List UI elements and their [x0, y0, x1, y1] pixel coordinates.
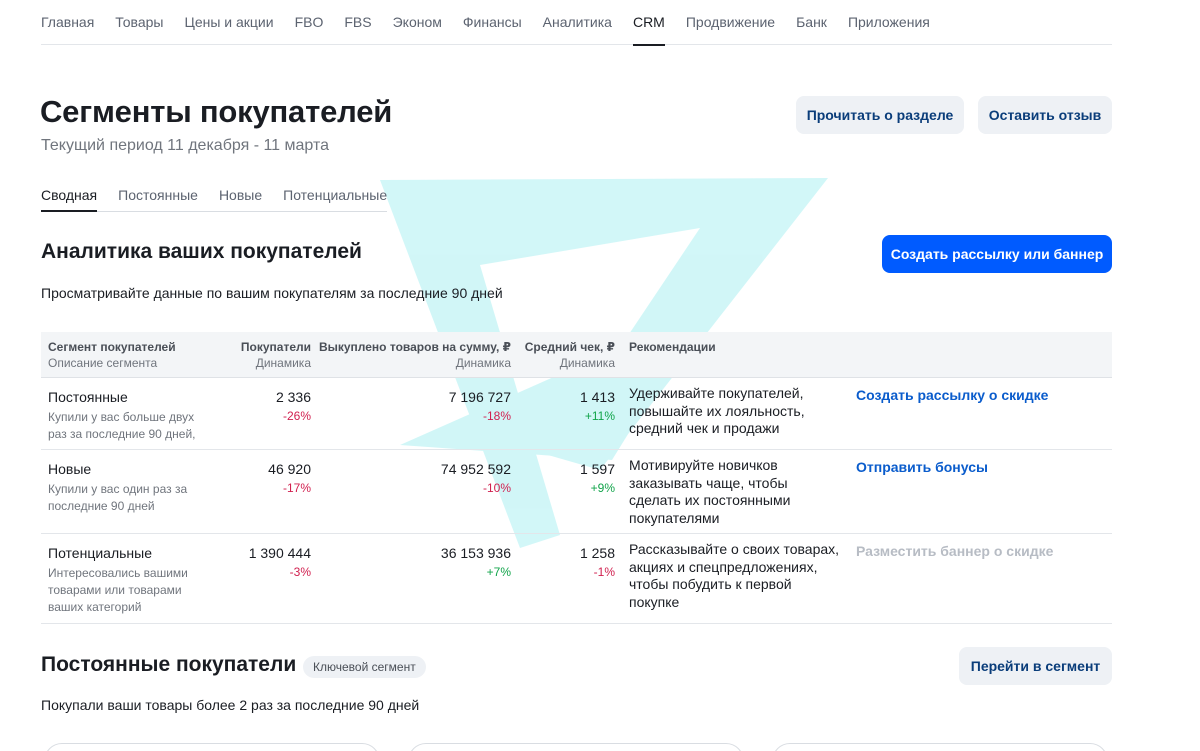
nav-item-analytics[interactable]: Аналитика: [543, 0, 612, 45]
avg-check-dynamics: -1%: [593, 565, 615, 579]
table-row: Потенциальные Интересовались вашими това…: [41, 534, 1112, 624]
metric-card: [44, 743, 380, 751]
avg-check-value: 1 413: [579, 389, 615, 405]
segment-tabs: Сводная Постоянные Новые Потенциальные: [41, 178, 388, 212]
tab-new[interactable]: Новые: [219, 178, 262, 211]
header-bought-sub: Динамика: [455, 356, 511, 370]
regular-buyers-title: Постоянные покупатели: [41, 653, 297, 676]
recommendation-text: Удерживайте покупателей, повышайте их ло…: [629, 385, 805, 436]
header-buyers: Покупатели Динамика: [221, 339, 311, 371]
header-buyers-title: Покупатели: [240, 340, 311, 354]
buyers-cell: 2 336 -26%: [221, 388, 311, 424]
segment-name: Новые: [48, 461, 92, 477]
header-avg-title: Средний чек, ₽: [524, 340, 615, 354]
avg-check-cell: 1 597 +9%: [515, 460, 615, 496]
page-title: Сегменты покупателей: [40, 94, 393, 129]
place-discount-banner-link: Разместить баннер о скидке: [856, 543, 1054, 559]
avg-check-value: 1 597: [579, 461, 615, 477]
metric-card: [772, 743, 1108, 751]
bought-value: 7 196 727: [448, 389, 511, 405]
bought-dynamics: -10%: [482, 481, 511, 495]
top-navigation: Главная Товары Цены и акции FBO FBS Экон…: [41, 0, 1112, 46]
send-bonuses-link[interactable]: Отправить бонусы: [856, 459, 988, 475]
bought-cell: 7 196 727 -18%: [311, 388, 511, 424]
header-buyers-sub: Динамика: [255, 356, 311, 370]
header-recommendations-title: Рекомендации: [629, 340, 716, 354]
bought-cell: 74 952 592 -10%: [311, 460, 511, 496]
nav-item-fbo[interactable]: FBO: [295, 0, 324, 45]
buyers-dynamics: -17%: [282, 481, 311, 495]
nav-item-econom[interactable]: Эконом: [393, 0, 442, 45]
avg-check-dynamics: +9%: [590, 481, 615, 495]
bought-value: 36 153 936: [440, 545, 511, 561]
segment-name: Постоянные: [48, 389, 128, 405]
segment-description: Купили у вас больше двух раз за последни…: [48, 410, 196, 441]
nav-item-main[interactable]: Главная: [41, 0, 94, 45]
buyers-value: 1 390 444: [248, 545, 311, 561]
header-avg-check: Средний чек, ₽ Динамика: [515, 339, 615, 371]
nav-item-prices[interactable]: Цены и акции: [184, 0, 273, 45]
bought-value: 74 952 592: [440, 461, 511, 477]
nav-item-promotion[interactable]: Продвижение: [686, 0, 775, 45]
nav-item-products[interactable]: Товары: [115, 0, 163, 45]
buyers-dynamics: -26%: [282, 409, 311, 423]
segment-cell: Новые Купили у вас один раз за последние…: [48, 460, 213, 515]
analytics-section-title: Аналитика ваших покупателей: [41, 240, 362, 263]
recommendation-text: Мотивируйте новичков заказывать чаще, чт…: [629, 457, 791, 526]
tab-potential[interactable]: Потенциальные: [283, 178, 387, 211]
metric-card: [408, 743, 744, 751]
header-avg-sub: Динамика: [559, 356, 615, 370]
segment-description: Интересовались вашими товарами или товар…: [48, 566, 188, 614]
regular-buyers-description: Покупали ваши товары более 2 раз за посл…: [41, 697, 420, 713]
buyers-value: 46 920: [268, 461, 311, 477]
leave-review-button[interactable]: Оставить отзыв: [978, 96, 1112, 134]
bought-cell: 36 153 936 +7%: [311, 544, 511, 580]
table-header: Сегмент покупателей Описание сегмента По…: [41, 332, 1112, 378]
header-recommendations: Рекомендации: [629, 339, 716, 355]
read-about-section-button[interactable]: Прочитать о разделе: [796, 96, 964, 134]
bought-dynamics: +7%: [486, 565, 511, 579]
page-subtitle: Текущий период 11 декабря - 11 марта: [41, 137, 330, 154]
recommendation-text: Рассказывайте о своих товарах, акциях и …: [629, 541, 840, 610]
header-segment-sub: Описание сегмента: [48, 356, 158, 370]
segment-name: Потенциальные: [48, 545, 152, 561]
avg-check-value: 1 258: [579, 545, 615, 561]
header-bought: Выкуплено товаров на сумму, ₽ Динамика: [311, 339, 511, 371]
table-row: Постоянные Купили у вас больше двух раз …: [41, 378, 1112, 450]
buyers-cell: 46 920 -17%: [221, 460, 311, 496]
nav-item-crm[interactable]: CRM: [632, 0, 665, 46]
create-mailing-or-banner-button[interactable]: Создать рассылку или баннер: [882, 235, 1112, 273]
tab-regular[interactable]: Постоянные: [118, 178, 198, 211]
header-bought-title: Выкуплено товаров на сумму, ₽: [318, 340, 511, 354]
tab-summary[interactable]: Сводная: [41, 178, 98, 212]
nav-item-fbs[interactable]: FBS: [344, 0, 371, 45]
segments-table: Сегмент покупателей Описание сегмента По…: [41, 332, 1112, 624]
bought-dynamics: -18%: [482, 409, 511, 423]
avg-check-cell: 1 258 -1%: [515, 544, 615, 580]
nav-item-apps[interactable]: Приложения: [848, 0, 930, 45]
segment-description: Купили у вас один раз за последние 90 дн…: [48, 482, 188, 513]
buyers-dynamics: -3%: [289, 565, 311, 579]
header-segment: Сегмент покупателей Описание сегмента: [48, 339, 176, 371]
avg-check-cell: 1 413 +11%: [515, 388, 615, 424]
avg-check-dynamics: +11%: [584, 409, 615, 423]
segment-cell: Постоянные Купили у вас больше двух раз …: [48, 388, 213, 443]
go-to-segment-button[interactable]: Перейти в сегмент: [959, 647, 1112, 685]
analytics-description: Просматривайте данные по вашим покупател…: [41, 285, 503, 301]
create-discount-mailing-link[interactable]: Создать рассылку о скидке: [856, 387, 1048, 403]
key-segment-badge: Ключевой сегмент: [303, 656, 426, 678]
nav-item-finance[interactable]: Финансы: [463, 0, 522, 45]
segment-cell: Потенциальные Интересовались вашими това…: [48, 544, 213, 616]
table-row: Новые Купили у вас один раз за последние…: [41, 450, 1112, 534]
buyers-value: 2 336: [275, 389, 311, 405]
header-segment-title: Сегмент покупателей: [48, 340, 176, 354]
nav-item-bank[interactable]: Банк: [796, 0, 827, 45]
buyers-cell: 1 390 444 -3%: [221, 544, 311, 580]
